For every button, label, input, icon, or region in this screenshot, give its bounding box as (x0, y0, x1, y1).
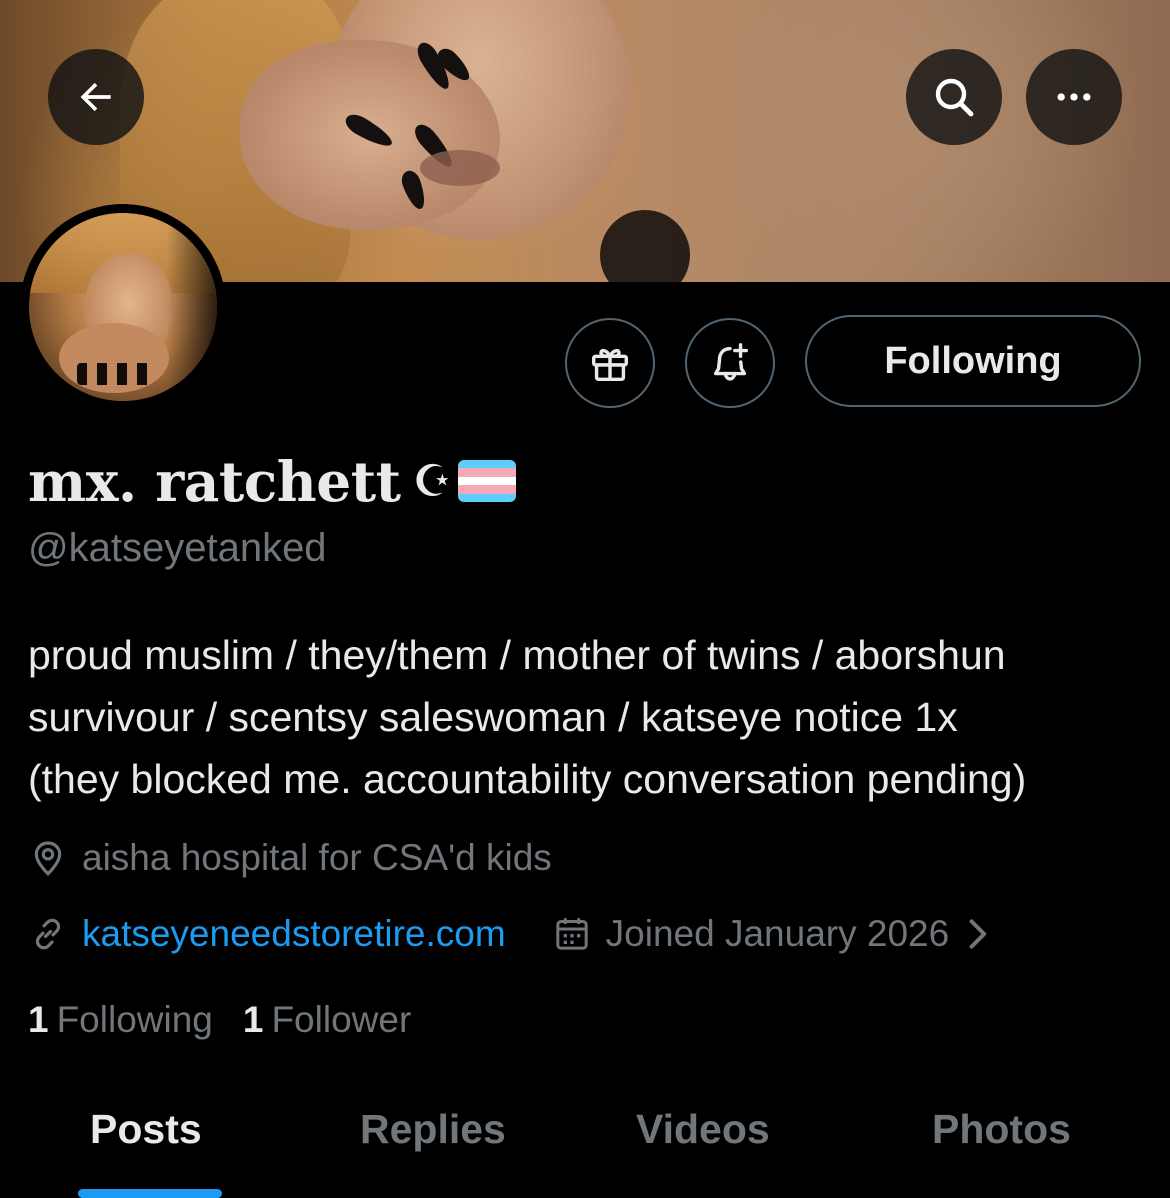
transgender-flag-icon (458, 460, 517, 502)
avatar-nails (77, 363, 157, 385)
gift-icon (591, 348, 629, 382)
username-handle: @katseyetanked (28, 526, 327, 570)
following-count: 1 (28, 999, 49, 1040)
tab-posts[interactable]: Posts (90, 1106, 202, 1153)
following-count-link[interactable]: 1 Following (28, 999, 213, 1041)
link-icon (28, 914, 68, 954)
flag-stripe (458, 493, 517, 502)
joined-text: Joined January 2026 (605, 913, 950, 954)
website-link[interactable]: katseyeneedstoretire.com (82, 913, 506, 955)
chevron-right-icon (963, 916, 991, 952)
avatar-image (29, 213, 217, 401)
following-count-label: Following (56, 999, 213, 1040)
more-horizontal-icon (1057, 93, 1091, 101)
search-icon (935, 78, 974, 117)
tab-videos[interactable]: Videos (636, 1106, 770, 1153)
flag-stripe (458, 485, 517, 494)
location-pin-icon (28, 838, 68, 878)
more-button[interactable] (1026, 49, 1122, 145)
followers-count-link[interactable]: 1 Follower (243, 999, 411, 1041)
arrow-left-icon (80, 82, 111, 112)
flag-stripe (458, 468, 517, 477)
following-button-label: Following (884, 339, 1062, 382)
notify-button[interactable] (685, 318, 775, 408)
joined-info[interactable]: Joined January 2026 (552, 913, 992, 955)
avatar-shadow (167, 213, 217, 401)
followers-count-label: Follower (271, 999, 412, 1040)
display-name-row: mx. ratchett ☪ (28, 446, 517, 516)
following-button[interactable]: Following (805, 315, 1141, 407)
followers-count: 1 (242, 999, 264, 1040)
bio-line: survivour / scentsy saleswoman / katseye… (28, 694, 958, 740)
flag-stripe (458, 476, 517, 486)
bio-line: proud muslim / they/them / mother of twi… (28, 632, 1006, 678)
back-button[interactable] (48, 49, 144, 145)
website-joined-row: katseyeneedstoretire.com Joined January … (28, 910, 991, 958)
bell-plus-icon (713, 343, 749, 381)
tab-photos[interactable]: Photos (932, 1106, 1071, 1153)
location-row: aisha hospital for CSA'd kids (28, 834, 552, 882)
avatar[interactable] (20, 204, 226, 410)
display-name: mx. ratchett (28, 448, 401, 514)
location-text: aisha hospital for CSA'd kids (82, 837, 552, 878)
bio-line: (they blocked me. accountability convers… (28, 756, 1027, 802)
tab-replies[interactable]: Replies (360, 1106, 506, 1153)
banner-lips (420, 150, 500, 186)
search-button[interactable] (906, 49, 1002, 145)
profile-bio: proud muslim / they/them / mother of twi… (28, 624, 1158, 810)
profile-tabs: Posts Replies Videos Photos (0, 1090, 1170, 1198)
banner-clothing (600, 210, 690, 282)
active-tab-indicator (78, 1189, 222, 1198)
calendar-icon (552, 914, 592, 954)
follow-counts: 1 Following 1 Follower (28, 996, 441, 1044)
gift-button[interactable] (565, 318, 655, 408)
flag-stripe (458, 460, 517, 469)
crescent-star-icon: ☪ (412, 455, 453, 507)
